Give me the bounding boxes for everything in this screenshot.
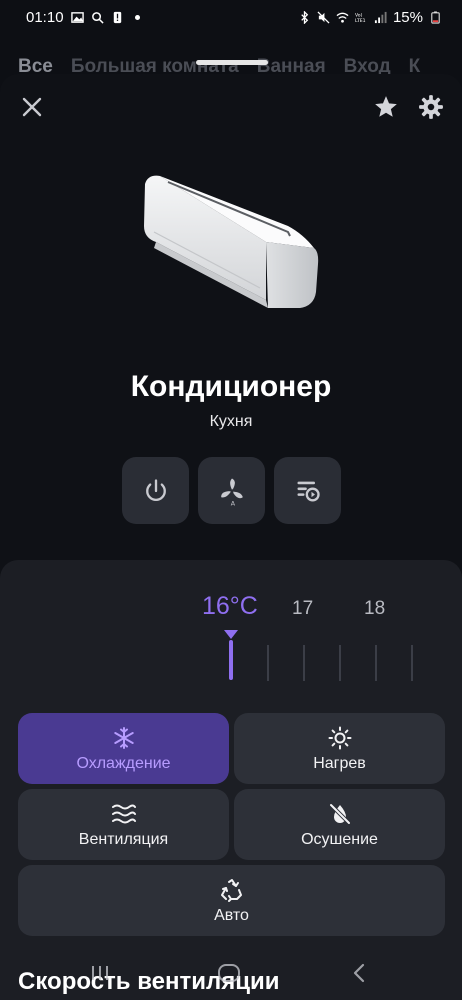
fan-icon: A xyxy=(220,478,243,506)
temperature-option[interactable]: 17 xyxy=(292,598,313,620)
power-icon xyxy=(145,478,166,501)
system-nav-bar xyxy=(0,946,462,1000)
temperature-current: 16°C xyxy=(202,592,258,620)
mode-auto-button[interactable]: Авто xyxy=(18,865,445,936)
device-title: Кондиционер xyxy=(130,370,332,403)
mode-cool-label: Охлаждение xyxy=(76,754,171,772)
fan-mode-button[interactable]: A xyxy=(198,457,265,524)
svg-text:Vo): Vo) xyxy=(355,12,363,18)
back-icon xyxy=(353,963,365,983)
scenario-button[interactable] xyxy=(274,457,341,524)
status-bar: 01:10 Vo) LTE1 15% xyxy=(0,0,462,34)
mode-heat-button[interactable]: Нагрев xyxy=(234,713,445,784)
battery-icon xyxy=(431,10,440,24)
wind-icon xyxy=(111,802,137,826)
temperature-tick xyxy=(339,645,341,681)
gallery-icon xyxy=(70,11,84,23)
power-button[interactable] xyxy=(122,457,189,524)
mode-fan-label: Вентиляция xyxy=(78,830,169,848)
close-button[interactable] xyxy=(17,92,47,122)
temperature-tick xyxy=(267,645,269,681)
wifi-icon xyxy=(336,12,349,23)
settings-button[interactable] xyxy=(416,92,446,122)
mode-cool-button[interactable]: Охлаждение xyxy=(18,713,229,784)
favorite-button[interactable] xyxy=(371,92,401,122)
star-icon xyxy=(375,96,397,117)
recycle-icon xyxy=(219,878,245,902)
notification-dot-icon xyxy=(134,14,140,20)
search-icon xyxy=(91,11,104,24)
temperature-tick xyxy=(375,645,377,681)
mute-icon xyxy=(317,10,330,24)
recent-apps-icon xyxy=(92,966,108,980)
temperature-pointer-icon xyxy=(224,630,238,639)
gear-icon xyxy=(419,95,443,119)
alert-icon xyxy=(113,11,121,23)
bluetooth-icon xyxy=(301,10,309,24)
back-button[interactable] xyxy=(344,960,374,986)
mode-heat-label: Нагрев xyxy=(313,754,366,772)
signal-icon xyxy=(374,11,387,23)
recent-apps-button[interactable] xyxy=(85,960,115,986)
volte-icon: Vo)LTE1 xyxy=(355,12,366,24)
battery-percent: 15% xyxy=(392,8,423,26)
mode-auto-label: Авто xyxy=(214,906,249,924)
scenario-icon xyxy=(297,481,320,501)
mode-dry-label: Осушение xyxy=(301,830,378,848)
temperature-option[interactable]: 18 xyxy=(364,598,385,620)
svg-text:LTE1: LTE1 xyxy=(355,18,366,24)
device-room: Кухня xyxy=(209,413,253,430)
close-icon xyxy=(22,97,42,117)
quick-actions: A xyxy=(122,457,341,524)
air-conditioner-image xyxy=(144,175,319,308)
sun-icon xyxy=(327,726,353,750)
sheet-drag-handle[interactable] xyxy=(196,60,268,65)
home-icon xyxy=(218,964,240,982)
snowflake-icon xyxy=(111,726,137,750)
status-time: 01:10 xyxy=(26,8,64,26)
temperature-slider-handle[interactable] xyxy=(229,640,233,680)
temperature-tick xyxy=(411,645,413,681)
mode-fan-button[interactable]: Вентиляция xyxy=(18,789,229,860)
home-button[interactable] xyxy=(214,960,244,986)
no-drop-icon xyxy=(327,802,353,826)
svg-text:A: A xyxy=(230,500,235,506)
temperature-tick xyxy=(303,645,305,681)
mode-dry-button[interactable]: Осушение xyxy=(234,789,445,860)
